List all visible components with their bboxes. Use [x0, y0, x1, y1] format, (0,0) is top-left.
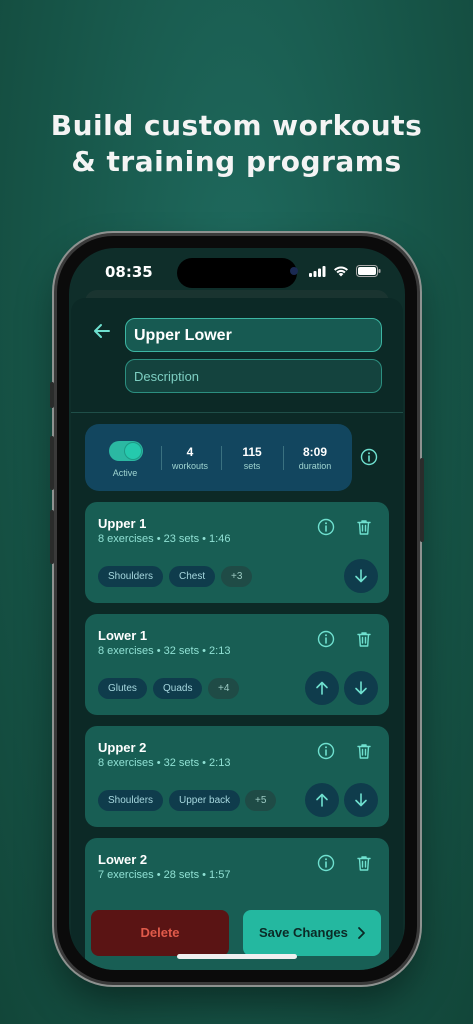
stat-divider: [161, 446, 162, 470]
header-divider: [71, 412, 403, 413]
tag-chip: Shoulders: [98, 790, 164, 811]
move-down-button[interactable]: [344, 671, 378, 705]
power-button: [420, 458, 424, 542]
workout-meta: 7 exercises • 28 sets • 1:57: [98, 869, 231, 881]
marketing-headline: Build custom workouts & training program…: [0, 108, 473, 180]
chevron-right-icon: [358, 927, 365, 939]
tag-chip: Upper back: [169, 790, 241, 811]
move-down-button[interactable]: [344, 559, 378, 593]
trash-icon[interactable]: [355, 854, 373, 872]
tag-chip: Chest: [169, 566, 216, 587]
silent-switch: [50, 382, 54, 408]
workout-title: Upper 1: [98, 516, 147, 531]
info-icon[interactable]: [317, 854, 335, 872]
program-name-field[interactable]: Upper Lower: [125, 318, 382, 352]
phone-screen: 08:35 Upper Lower Description Active 4 w…: [69, 248, 405, 970]
info-icon[interactable]: [317, 630, 335, 648]
workout-title: Lower 2: [98, 852, 148, 867]
sets-count: 115: [242, 445, 262, 459]
stat-divider: [283, 446, 284, 470]
volume-up-button: [50, 436, 54, 490]
active-label: Active: [112, 468, 138, 478]
move-up-button[interactable]: [305, 671, 339, 705]
info-icon[interactable]: [360, 448, 378, 466]
workouts-label: workouts: [171, 461, 208, 471]
tag-chip: Shoulders: [98, 566, 164, 587]
trash-icon[interactable]: [355, 742, 373, 760]
tag-chip: Glutes: [98, 678, 147, 699]
more-tags-chip: +3: [221, 566, 253, 587]
dynamic-island: [177, 258, 298, 288]
delete-button[interactable]: Delete: [91, 910, 229, 956]
workout-meta: 8 exercises • 32 sets • 2:13: [98, 757, 231, 769]
phone-frame: 08:35 Upper Lower Description Active 4 w…: [50, 236, 424, 982]
arrow-down-icon: [355, 793, 367, 807]
duration-label: duration: [298, 461, 332, 471]
wifi-icon: [334, 266, 348, 277]
program-stats-card: Active 4 workouts 115 sets 8:09 duration: [85, 424, 352, 491]
edit-program-sheet: Upper Lower Description Active 4 workout…: [71, 298, 403, 970]
stat-divider: [221, 446, 222, 470]
duration-value: 8:09: [302, 445, 328, 459]
workouts-count: 4: [186, 445, 194, 459]
workout-card-lower-1[interactable]: Lower 1 8 exercises • 32 sets • 2:13 Glu…: [85, 614, 389, 715]
signal-icon: [309, 265, 326, 277]
arrow-up-icon: [316, 681, 328, 695]
toggle-knob: [125, 443, 141, 459]
trash-icon[interactable]: [355, 630, 373, 648]
info-icon[interactable]: [317, 742, 335, 760]
move-down-button[interactable]: [344, 783, 378, 817]
home-indicator: [177, 954, 297, 959]
back-arrow-icon[interactable]: [91, 320, 113, 342]
volume-down-button: [50, 510, 54, 564]
description-field[interactable]: Description: [125, 359, 382, 393]
workout-card-upper-2[interactable]: Upper 2 8 exercises • 32 sets • 2:13 Sho…: [85, 726, 389, 827]
camera-icon: [290, 267, 298, 275]
active-toggle[interactable]: [109, 441, 143, 461]
move-up-button[interactable]: [305, 783, 339, 817]
tag-chip: Quads: [153, 678, 203, 699]
arrow-down-icon: [355, 569, 367, 583]
sets-label: sets: [243, 461, 261, 471]
workout-card-upper-1[interactable]: Upper 1 8 exercises • 23 sets • 1:46 Sho…: [85, 502, 389, 603]
trash-icon[interactable]: [355, 518, 373, 536]
headline-line-2: & training programs: [71, 145, 402, 178]
save-changes-label: Save Changes: [259, 925, 348, 940]
workout-meta: 8 exercises • 32 sets • 2:13: [98, 645, 231, 657]
more-tags-chip: +5: [245, 790, 277, 811]
headline-line-1: Build custom workouts: [50, 109, 423, 142]
save-changes-button[interactable]: Save Changes: [243, 910, 381, 956]
arrow-up-icon: [316, 793, 328, 807]
more-tags-chip: +4: [208, 678, 240, 699]
status-time: 08:35: [105, 263, 153, 281]
arrow-down-icon: [355, 681, 367, 695]
battery-icon: [356, 265, 381, 277]
info-icon[interactable]: [317, 518, 335, 536]
workout-title: Lower 1: [98, 628, 148, 643]
workout-title: Upper 2: [98, 740, 147, 755]
status-icons: [309, 265, 381, 277]
workout-meta: 8 exercises • 23 sets • 1:46: [98, 533, 231, 545]
